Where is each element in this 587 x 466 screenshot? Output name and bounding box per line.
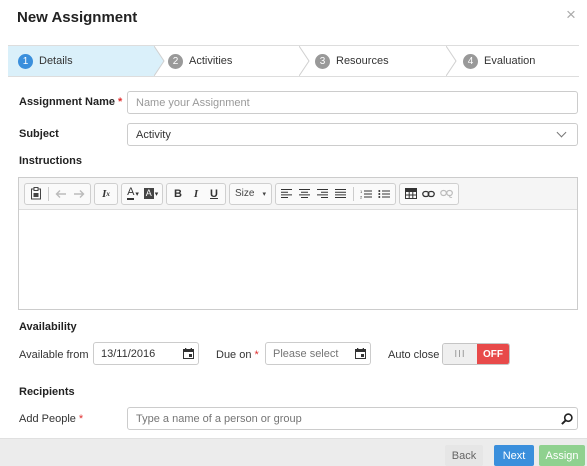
italic-button[interactable]: I bbox=[188, 186, 204, 202]
numbered-list-icon[interactable]: 12 bbox=[358, 186, 374, 202]
redo-icon[interactable] bbox=[71, 186, 87, 202]
calendar-icon[interactable] bbox=[351, 342, 370, 365]
instructions-label: Instructions bbox=[19, 155, 82, 167]
calendar-icon[interactable] bbox=[179, 342, 198, 365]
available-from-label: Available from bbox=[19, 349, 89, 361]
auto-close-toggle[interactable]: III OFF bbox=[442, 343, 510, 365]
search-icon[interactable] bbox=[557, 412, 577, 425]
align-justify-icon[interactable] bbox=[333, 186, 349, 202]
back-button[interactable]: Back bbox=[445, 445, 483, 466]
add-people-field bbox=[127, 407, 578, 430]
svg-text:2: 2 bbox=[360, 194, 363, 199]
undo-icon[interactable] bbox=[53, 186, 69, 202]
wizard-step-details[interactable]: 1 Details bbox=[18, 46, 73, 76]
toggle-state: OFF bbox=[477, 344, 509, 364]
step-number-badge: 1 bbox=[18, 53, 33, 69]
step-separator-icon bbox=[446, 46, 457, 76]
background-color-button[interactable]: A ▾ bbox=[143, 186, 159, 202]
required-marker: * bbox=[78, 413, 84, 425]
step-separator-icon bbox=[154, 46, 165, 76]
add-people-input[interactable] bbox=[128, 408, 557, 429]
clipboard-group bbox=[24, 182, 91, 205]
subject-select[interactable]: Activity bbox=[127, 123, 578, 146]
bold-button[interactable]: B bbox=[170, 186, 186, 202]
caret-down-icon: ▾ bbox=[262, 190, 266, 198]
underline-button[interactable]: U bbox=[206, 186, 222, 202]
step-separator-icon bbox=[299, 46, 310, 76]
unlink-icon[interactable] bbox=[439, 186, 455, 202]
rich-text-editor: Ix A ▾ A ▾ B I U Size ▾ 12 bbox=[18, 177, 578, 310]
svg-text:1: 1 bbox=[360, 189, 363, 194]
required-marker: * bbox=[254, 349, 259, 361]
assignment-name-input[interactable] bbox=[127, 91, 578, 114]
add-people-label: Add People * bbox=[19, 413, 84, 425]
editor-content-area[interactable] bbox=[19, 210, 577, 309]
auto-close-label: Auto close bbox=[388, 349, 440, 361]
alignment-group: 12 bbox=[274, 182, 396, 205]
close-icon[interactable]: × bbox=[566, 6, 576, 24]
insert-group bbox=[398, 182, 459, 205]
format-group: Ix bbox=[94, 182, 118, 205]
bulleted-list-icon[interactable] bbox=[376, 186, 392, 202]
wizard-step-evaluation[interactable]: 4 Evaluation bbox=[463, 46, 535, 76]
step-number-badge: 4 bbox=[463, 53, 478, 69]
remove-format-button[interactable]: Ix bbox=[98, 186, 114, 202]
font-size-select[interactable]: Size ▾ bbox=[229, 182, 272, 205]
next-button[interactable]: Next bbox=[494, 445, 534, 466]
link-icon[interactable] bbox=[421, 186, 437, 202]
due-on-label: Due on * bbox=[216, 349, 259, 361]
style-group: B I U bbox=[166, 182, 226, 205]
caret-down-icon: ▾ bbox=[154, 190, 159, 198]
due-on-datepicker bbox=[265, 342, 371, 365]
color-group: A ▾ A ▾ bbox=[121, 182, 163, 205]
text-color-button[interactable]: A ▾ bbox=[125, 186, 141, 202]
table-icon[interactable] bbox=[403, 186, 419, 202]
paste-icon[interactable] bbox=[28, 186, 44, 202]
step-label: Resources bbox=[336, 55, 389, 67]
subject-label: Subject bbox=[19, 128, 59, 140]
step-number-badge: 3 bbox=[315, 53, 330, 69]
chevron-down-icon bbox=[556, 127, 567, 138]
due-on-input[interactable] bbox=[266, 343, 351, 364]
wizard-steps: 1 Details 2 Activities 3 Resources 4 Eva… bbox=[8, 45, 579, 77]
editor-toolbar: Ix A ▾ A ▾ B I U Size ▾ 12 bbox=[19, 178, 577, 210]
subject-selected-value: Activity bbox=[136, 128, 171, 141]
required-marker: * bbox=[117, 96, 123, 108]
caret-down-icon: ▾ bbox=[135, 190, 139, 198]
recipients-heading: Recipients bbox=[19, 386, 75, 398]
wizard-step-resources[interactable]: 3 Resources bbox=[315, 46, 389, 76]
align-left-icon[interactable] bbox=[279, 186, 295, 202]
toggle-knob: III bbox=[443, 344, 477, 364]
align-right-icon[interactable] bbox=[315, 186, 331, 202]
assign-button[interactable]: Assign bbox=[539, 445, 585, 466]
available-from-input[interactable] bbox=[94, 343, 179, 364]
step-label: Evaluation bbox=[484, 55, 536, 67]
step-label: Activities bbox=[189, 55, 233, 67]
step-label: Details bbox=[39, 55, 73, 67]
available-from-datepicker bbox=[93, 342, 199, 365]
assignment-name-label: Assignment Name * bbox=[19, 96, 123, 108]
align-center-icon[interactable] bbox=[297, 186, 313, 202]
step-number-badge: 2 bbox=[168, 53, 183, 69]
wizard-step-activities[interactable]: 2 Activities bbox=[168, 46, 232, 76]
availability-heading: Availability bbox=[19, 321, 77, 333]
dialog-title: New Assignment bbox=[17, 9, 138, 26]
